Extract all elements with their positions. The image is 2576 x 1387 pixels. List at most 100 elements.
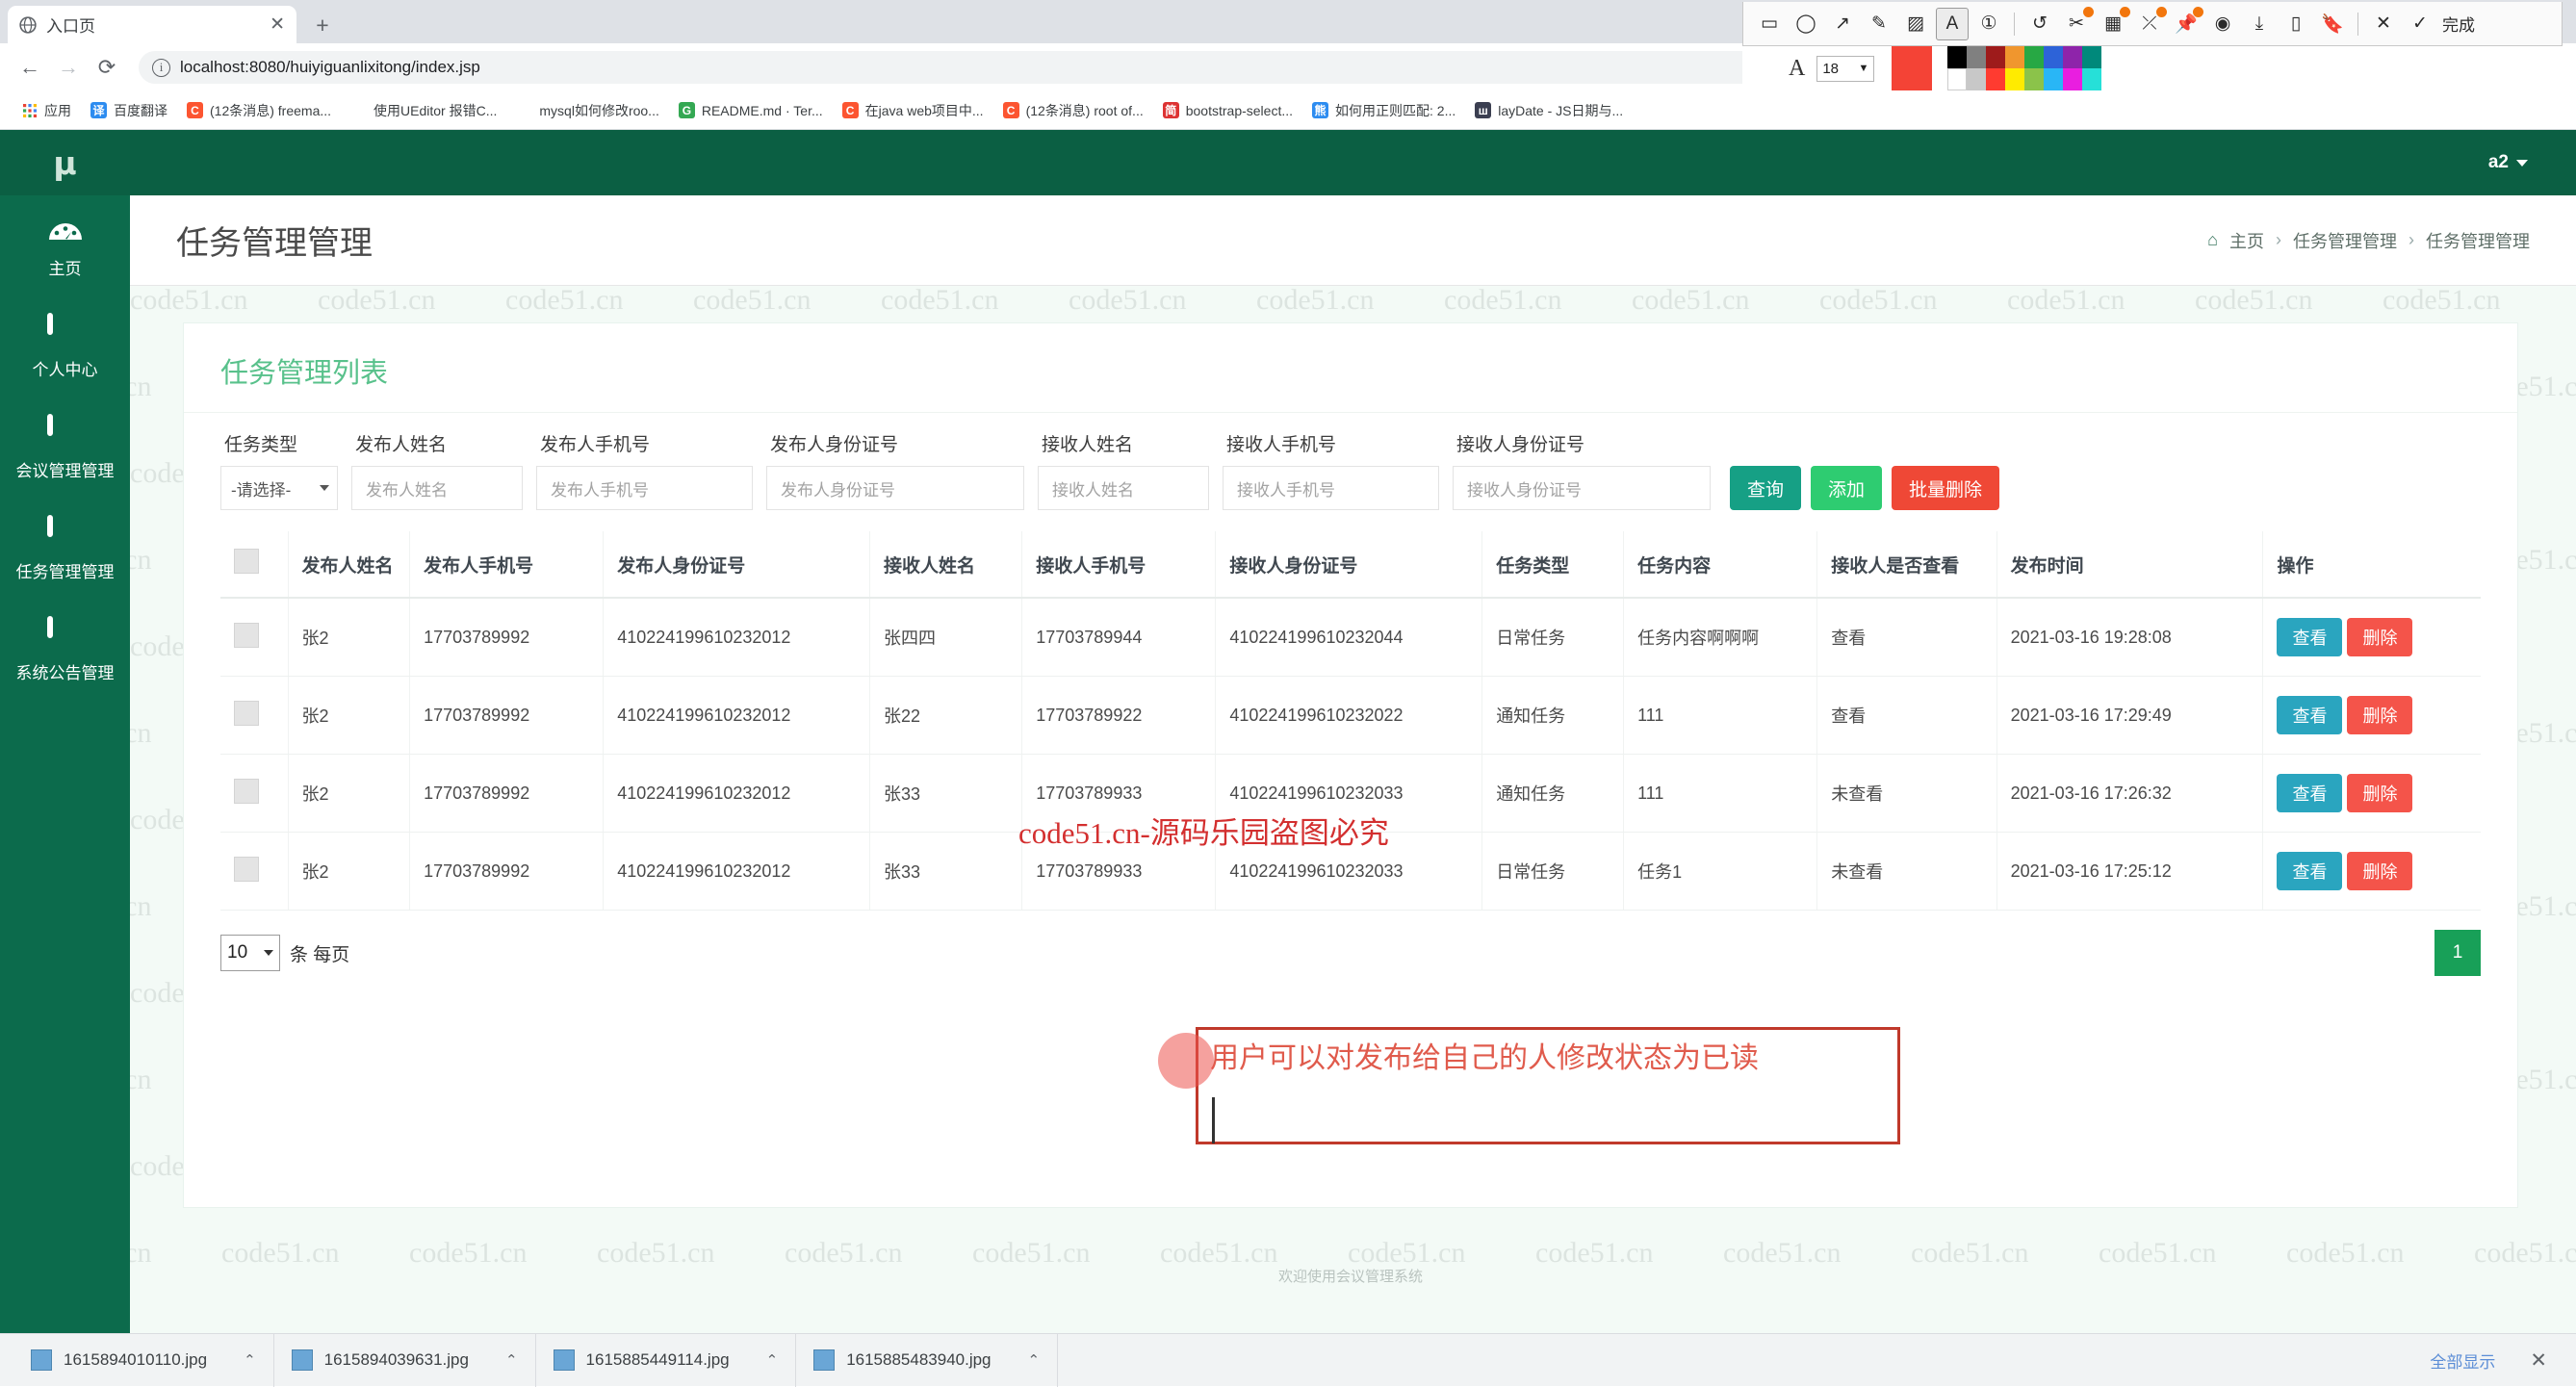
- swatch-r2-6[interactable]: [2063, 68, 2082, 90]
- close-icon[interactable]: ✕: [270, 15, 285, 34]
- record-tool-icon[interactable]: ◉: [2206, 8, 2239, 40]
- task-type-select[interactable]: -请选择-: [220, 466, 338, 510]
- swatch-r2-0[interactable]: [1947, 68, 1967, 90]
- bookmark-item-0[interactable]: 应用: [12, 98, 81, 123]
- forward-icon[interactable]: →: [52, 51, 85, 84]
- annotation-done-button[interactable]: 完成: [2440, 12, 2475, 36]
- swatch-r1-1[interactable]: [1967, 46, 1986, 68]
- ellipse-tool-icon[interactable]: ◯: [1790, 8, 1822, 40]
- chevron-up-icon[interactable]: ⌃: [505, 1351, 518, 1369]
- reload-icon[interactable]: ⟳: [90, 51, 123, 84]
- bookmark-item-2[interactable]: C (12条消息) freema...: [177, 98, 341, 123]
- annotation-drag-handle[interactable]: [1158, 1033, 1214, 1089]
- swatch-r1-4[interactable]: [2024, 46, 2044, 68]
- receiver-name-input[interactable]: 接收人姓名: [1038, 466, 1209, 510]
- sidebar-item-home[interactable]: 主页: [0, 195, 130, 296]
- view-button[interactable]: 查看: [2277, 774, 2342, 812]
- bookmark-item-6[interactable]: C 在java web项目中...: [833, 98, 993, 123]
- annotation-text-box[interactable]: 用户可以对发布给自己的人修改状态为已读: [1196, 1027, 1900, 1144]
- sidebar-item-task[interactable]: 任务管理管理: [0, 499, 130, 600]
- swatch-r2-7[interactable]: [2082, 68, 2101, 90]
- delete-button[interactable]: 删除: [2347, 774, 2412, 812]
- table-row[interactable]: 张2 17703789992 410224199610232012 张四四 17…: [220, 598, 2481, 677]
- chevron-up-icon[interactable]: ⌃: [244, 1351, 256, 1369]
- page-number-button[interactable]: 1: [2434, 930, 2481, 976]
- arrow-tool-icon[interactable]: ↗: [1826, 8, 1859, 40]
- delete-button[interactable]: 删除: [2347, 696, 2412, 734]
- translate-tool-icon[interactable]: ⤫: [2133, 8, 2166, 40]
- swatch-r1-5[interactable]: [2044, 46, 2063, 68]
- sidebar-item-profile[interactable]: 个人中心: [0, 296, 130, 398]
- info-icon[interactable]: i: [152, 59, 170, 77]
- download-item-2[interactable]: 1615885449114.jpg ⌃: [536, 1334, 797, 1387]
- color-palette[interactable]: [1947, 46, 2101, 90]
- row-checkbox[interactable]: [234, 779, 259, 804]
- back-icon[interactable]: ←: [13, 51, 46, 84]
- pin-tool-icon[interactable]: 📌: [2170, 8, 2202, 40]
- sidebar-item-meeting[interactable]: 会议管理管理: [0, 398, 130, 499]
- table-row[interactable]: 张2 17703789992 410224199610232012 张22 17…: [220, 677, 2481, 755]
- new-tab-button[interactable]: +: [308, 11, 337, 39]
- breadcrumb-item-1[interactable]: 任务管理管理: [2293, 228, 2397, 253]
- bookmark-item-1[interactable]: 译 百度翻译: [81, 98, 177, 123]
- pen-tool-icon[interactable]: ✎: [1863, 8, 1895, 40]
- app-logo[interactable]: μ: [0, 130, 130, 195]
- bookmark-item-7[interactable]: C (12条消息) root of...: [993, 98, 1153, 123]
- view-button[interactable]: 查看: [2277, 696, 2342, 734]
- bookmark-tool-icon[interactable]: 🔖: [2316, 8, 2349, 40]
- receiver-id-input[interactable]: 接收人身份证号: [1453, 466, 1711, 510]
- swatch-r2-1[interactable]: [1967, 68, 1986, 90]
- chevron-up-icon[interactable]: ⌃: [1028, 1351, 1041, 1369]
- text-tool-icon[interactable]: A: [1936, 8, 1969, 40]
- bookmark-item-3[interactable]: ᗧ 使用UEditor 报错C...: [341, 98, 506, 123]
- bookmark-item-9[interactable]: 熊 如何用正则匹配: 2...: [1302, 98, 1465, 123]
- view-button[interactable]: 查看: [2277, 852, 2342, 890]
- add-button[interactable]: 添加: [1811, 466, 1882, 510]
- ocr-tool-icon[interactable]: ▦: [2097, 8, 2129, 40]
- mobile-tool-icon[interactable]: ▯: [2280, 8, 2312, 40]
- publisher-phone-input[interactable]: 发布人手机号: [536, 466, 753, 510]
- swatch-r1-7[interactable]: [2082, 46, 2101, 68]
- swatch-r1-2[interactable]: [1986, 46, 2005, 68]
- bookmark-item-5[interactable]: G README.md · Ter...: [669, 99, 833, 121]
- query-button[interactable]: 查询: [1730, 466, 1801, 510]
- publisher-name-input[interactable]: 发布人姓名: [351, 466, 523, 510]
- user-menu[interactable]: a2: [2488, 152, 2528, 173]
- cut-tool-icon[interactable]: ✂: [2060, 8, 2093, 40]
- swatch-r1-3[interactable]: [2005, 46, 2024, 68]
- download-tool-icon[interactable]: ⤓: [2243, 8, 2276, 40]
- bookmark-item-4[interactable]: ᗧ mysql如何修改roo...: [506, 98, 668, 123]
- browser-tab[interactable]: 入口页 ✕: [8, 6, 296, 43]
- undo-tool-icon[interactable]: ↺: [2023, 8, 2056, 40]
- cancel-tool-icon[interactable]: ✕: [2367, 8, 2400, 40]
- row-checkbox[interactable]: [234, 857, 259, 882]
- receiver-phone-input[interactable]: 接收人手机号: [1223, 466, 1439, 510]
- font-size-select[interactable]: 18 ▼: [1816, 56, 1874, 82]
- sidebar-item-notice[interactable]: 系统公告管理: [0, 600, 130, 701]
- download-item-3[interactable]: 1615885483940.jpg ⌃: [796, 1334, 1058, 1387]
- mosaic-tool-icon[interactable]: ▨: [1899, 8, 1932, 40]
- per-page-select[interactable]: 10: [220, 935, 280, 971]
- delete-button[interactable]: 删除: [2347, 618, 2412, 656]
- row-checkbox[interactable]: [234, 623, 259, 648]
- swatch-r1-0[interactable]: [1947, 46, 1967, 68]
- publisher-id-input[interactable]: 发布人身份证号: [766, 466, 1024, 510]
- close-shelf-icon[interactable]: ✕: [2511, 1348, 2563, 1373]
- bookmark-item-10[interactable]: ш layDate - JS日期与...: [1465, 98, 1633, 123]
- confirm-tool-icon[interactable]: ✓: [2404, 8, 2436, 40]
- serial-number-tool-icon[interactable]: ①: [1972, 8, 2005, 40]
- delete-button[interactable]: 删除: [2347, 852, 2412, 890]
- batch-delete-button[interactable]: 批量删除: [1892, 466, 1999, 510]
- chevron-up-icon[interactable]: ⌃: [766, 1351, 779, 1369]
- rect-tool-icon[interactable]: ▭: [1753, 8, 1786, 40]
- breadcrumb-item-0[interactable]: 主页: [2229, 228, 2264, 253]
- select-all-checkbox[interactable]: [234, 549, 259, 574]
- current-color-swatch[interactable]: [1892, 46, 1932, 90]
- swatch-r2-4[interactable]: [2024, 68, 2044, 90]
- view-button[interactable]: 查看: [2277, 618, 2342, 656]
- swatch-r2-3[interactable]: [2005, 68, 2024, 90]
- bookmark-item-8[interactable]: 简 bootstrap-select...: [1153, 99, 1302, 121]
- download-item-1[interactable]: 1615894039631.jpg ⌃: [274, 1334, 536, 1387]
- swatch-r2-2[interactable]: [1986, 68, 2005, 90]
- swatch-r1-6[interactable]: [2063, 46, 2082, 68]
